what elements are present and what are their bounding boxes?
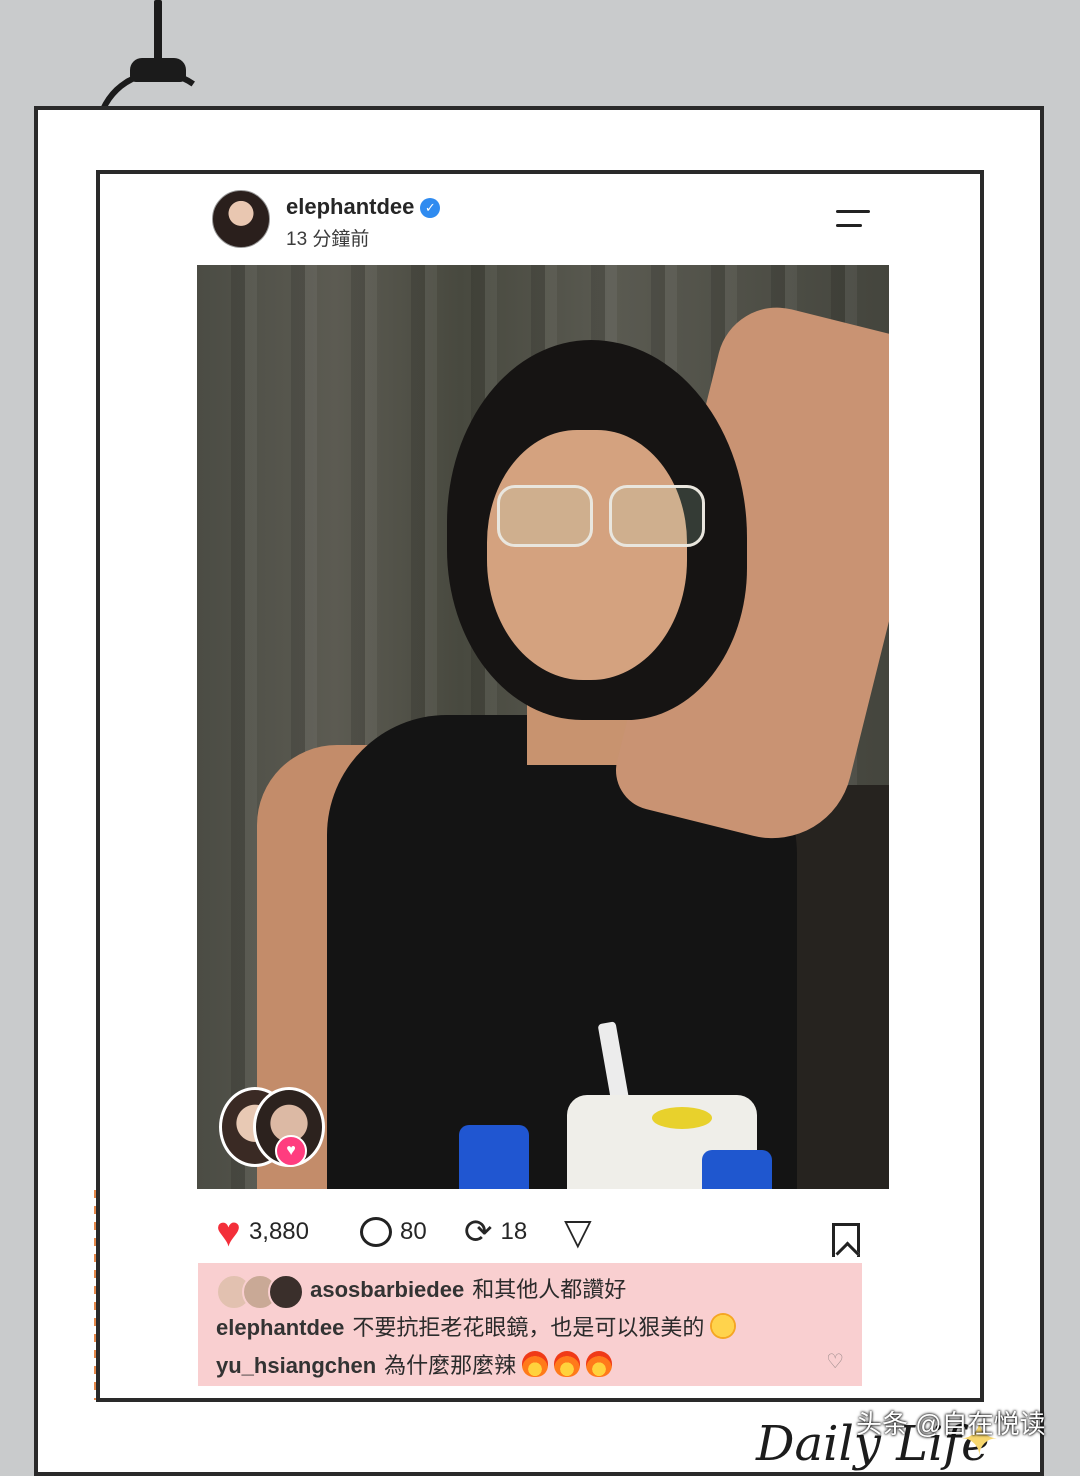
bookmark-button[interactable]	[832, 1214, 860, 1264]
fire-emoji-icon	[586, 1351, 613, 1377]
like-button[interactable]: ♥ 3,880	[216, 1206, 309, 1256]
username-line[interactable]: elephantdee ✓	[286, 194, 441, 220]
comment-text: 不要抗拒老花眼鏡，也是可以狠美的	[352, 1315, 705, 1340]
comment-count: 80	[400, 1217, 427, 1245]
comment-item: yu_hsiangchen 為什麼那麼辣	[216, 1347, 844, 1385]
username[interactable]: elephantdee	[286, 194, 414, 219]
repost-button[interactable]: ⟳ 18	[464, 1206, 527, 1256]
comment-item: elephantdee 不要抗拒老花眼鏡，也是可以狠美的	[216, 1309, 844, 1347]
collab-avatars[interactable]: ♥	[219, 1087, 325, 1167]
post-photo[interactable]: ♥	[197, 265, 889, 1189]
action-bar: ♥ 3,880 80 ⟳ 18 ▽	[212, 1206, 872, 1257]
verified-badge-icon: ✓	[420, 198, 441, 218]
heart-badge-icon: ♥	[275, 1135, 307, 1167]
likes-summary[interactable]: asosbarbiedee 和其他人都讚好	[216, 1271, 844, 1311]
photo-bottle-cap	[459, 1125, 529, 1189]
like-count: 3,880	[248, 1217, 309, 1245]
profile-avatar[interactable]	[212, 190, 270, 248]
source-watermark: 头条 @自在悦读	[856, 1409, 1046, 1439]
liker-username[interactable]: asosbarbiedee	[310, 1277, 464, 1302]
photo-bottle-cap	[702, 1150, 772, 1189]
menu-icon[interactable]	[836, 208, 870, 230]
comment-button[interactable]: 80	[360, 1206, 427, 1256]
share-button[interactable]: ▽	[564, 1206, 592, 1256]
comment-like-heart-icon[interactable]: ♡	[826, 1349, 844, 1374]
bookmark-icon	[832, 1222, 860, 1257]
repost-count: 18	[500, 1217, 528, 1245]
repost-icon: ⟳	[464, 1212, 493, 1251]
post-timestamp: 13 分鐘前	[286, 229, 370, 250]
heart-icon: ♥	[216, 1207, 241, 1255]
likes-text: 和其他人都讚好	[472, 1277, 627, 1302]
likes-comments-panel: asosbarbiedee 和其他人都讚好 elephantdee 不要抗拒老花眼鏡…	[198, 1263, 862, 1386]
send-icon: ▽	[564, 1210, 592, 1252]
photo-glasses	[497, 485, 707, 547]
comment-username[interactable]: yu_hsiangchen	[216, 1353, 376, 1378]
smirk-emoji-icon	[710, 1313, 737, 1339]
comment-username[interactable]: elephantdee	[216, 1315, 344, 1340]
photo-face	[487, 430, 687, 680]
comment-text: 為什麼那麼辣	[384, 1353, 517, 1378]
liker-avatars	[216, 1274, 304, 1311]
photo-lemon	[652, 1107, 712, 1129]
hook-cap	[130, 58, 186, 82]
post-header: elephantdee ✓ 13 分鐘前	[212, 190, 888, 250]
fire-emoji-icon	[554, 1351, 581, 1377]
comment-icon	[360, 1216, 392, 1247]
fire-emoji-icon	[522, 1351, 549, 1377]
